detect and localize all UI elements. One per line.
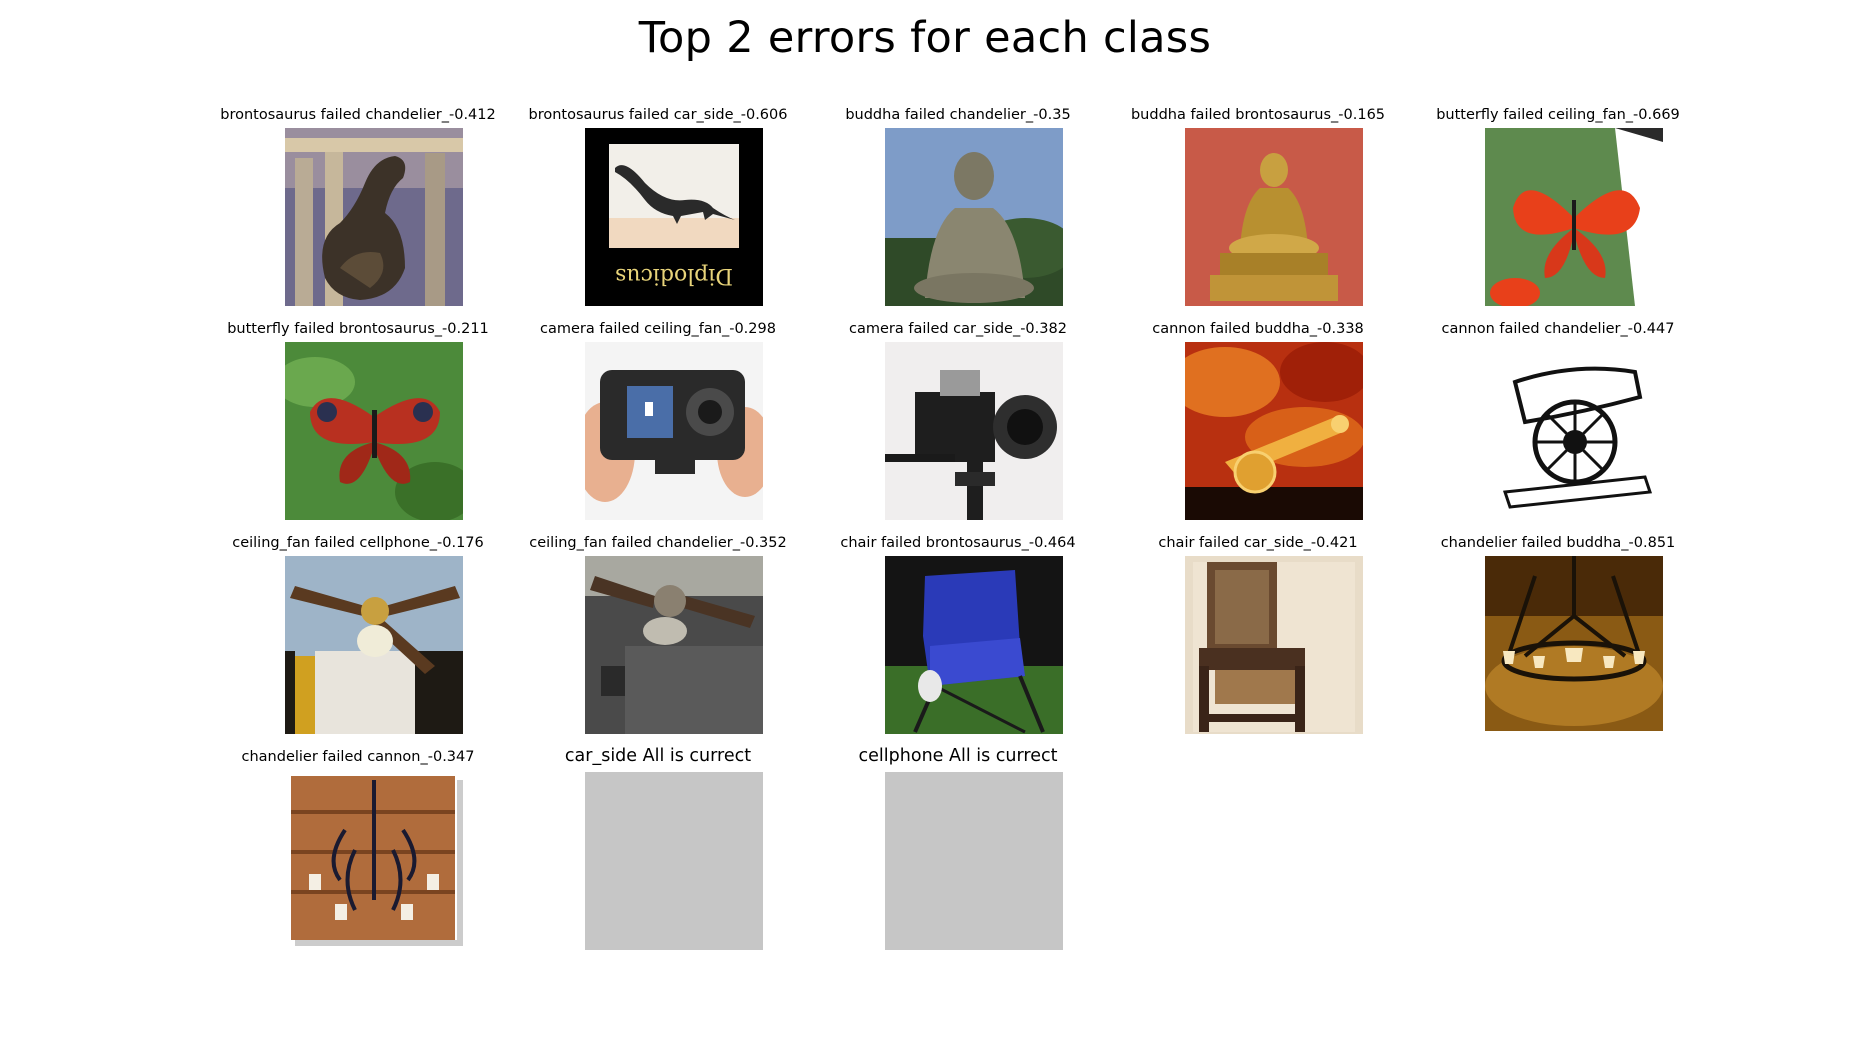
grid-cell: cannon failed buddha_-0.338	[1108, 320, 1408, 530]
cell-caption: buddha failed brontosaurus_-0.165	[1130, 107, 1386, 123]
grid-cell: buddha failed brontosaurus_-0.165	[1108, 106, 1408, 316]
buddha-statue-image	[885, 128, 1063, 306]
cell-caption: ceiling_fan failed cellphone_-0.176	[232, 535, 484, 551]
diplodocus-drawing-image: Diplodicus	[585, 128, 763, 306]
cell-caption: chandelier failed cannon_-0.347	[241, 749, 475, 765]
grid-cell: cellphone All is currect	[808, 746, 1108, 958]
grid-cell: brontosaurus failed car_side_-0.606 Dipl…	[508, 106, 808, 316]
cell-caption: cannon failed chandelier_-0.447	[1441, 321, 1675, 337]
cell-caption: cannon failed buddha_-0.338	[1152, 321, 1364, 337]
cell-caption: buddha failed chandelier_-0.35	[845, 107, 1071, 123]
ceiling-fan-image	[285, 556, 463, 734]
grid-cell: ceiling_fan failed cellphone_-0.176	[208, 534, 508, 744]
cell-caption: camera failed car_side_-0.382	[849, 321, 1067, 337]
blank-placeholder-image	[585, 772, 763, 950]
figure-title: Top 2 errors for each class	[638, 13, 1212, 63]
grid-cell: chandelier failed cannon_-0.347	[208, 748, 508, 958]
grid-cell: cannon failed chandelier_-0.447	[1408, 320, 1708, 530]
wooden-chair-image	[1185, 556, 1363, 734]
brontosaurus-statue-image	[285, 128, 463, 306]
grid-cell: brontosaurus failed chandelier_-0.412	[208, 106, 508, 316]
slr-camera-image	[885, 342, 1063, 520]
grid-cell: chair failed brontosaurus_-0.464	[808, 534, 1108, 744]
cell-caption: chair failed car_side_-0.421	[1158, 535, 1358, 551]
cell-caption: cellphone All is currect	[858, 746, 1058, 766]
peacock-butterfly-image	[285, 342, 463, 520]
cannon-sketch-image	[1485, 342, 1663, 520]
cell-caption: chandelier failed buddha_-0.851	[1440, 535, 1676, 551]
grid-cell: camera failed car_side_-0.382	[808, 320, 1108, 530]
dark-ceiling-fan-image	[585, 556, 763, 734]
blank-placeholder-image	[885, 772, 1063, 950]
grid-cell: car_side All is currect	[508, 746, 808, 958]
grid-cell: butterfly failed ceiling_fan_-0.669	[1408, 106, 1708, 316]
grid-cell: buddha failed chandelier_-0.35	[808, 106, 1108, 316]
cell-caption: camera failed ceiling_fan_-0.298	[540, 321, 776, 337]
glass-cannon-image	[1185, 342, 1363, 520]
svg-text:Diplodicus: Diplodicus	[615, 263, 733, 288]
cell-caption: butterfly failed brontosaurus_-0.211	[227, 321, 489, 337]
orange-butterfly-image	[1485, 128, 1663, 306]
wall-chandelier-image	[285, 770, 463, 948]
cell-caption: brontosaurus failed chandelier_-0.412	[220, 107, 496, 123]
grid-cell: ceiling_fan failed chandelier_-0.352	[508, 534, 808, 744]
cell-caption: brontosaurus failed car_side_-0.606	[528, 107, 788, 123]
cell-caption: chair failed brontosaurus_-0.464	[840, 535, 1076, 551]
grid-cell: butterfly failed brontosaurus_-0.211	[208, 320, 508, 530]
blue-folding-chair-image	[885, 556, 1063, 734]
grid-cell: camera failed ceiling_fan_-0.298	[508, 320, 808, 530]
golden-buddha-image	[1185, 128, 1363, 306]
compact-camera-image	[585, 342, 763, 520]
cell-caption: ceiling_fan failed chandelier_-0.352	[529, 535, 787, 551]
grid-cell: chandelier failed buddha_-0.851	[1408, 534, 1708, 744]
cell-caption: butterfly failed ceiling_fan_-0.669	[1436, 107, 1680, 123]
grid-cell: chair failed car_side_-0.421	[1108, 534, 1408, 744]
wrought-chandelier-image	[1485, 556, 1663, 734]
cell-caption: car_side All is currect	[564, 746, 752, 766]
